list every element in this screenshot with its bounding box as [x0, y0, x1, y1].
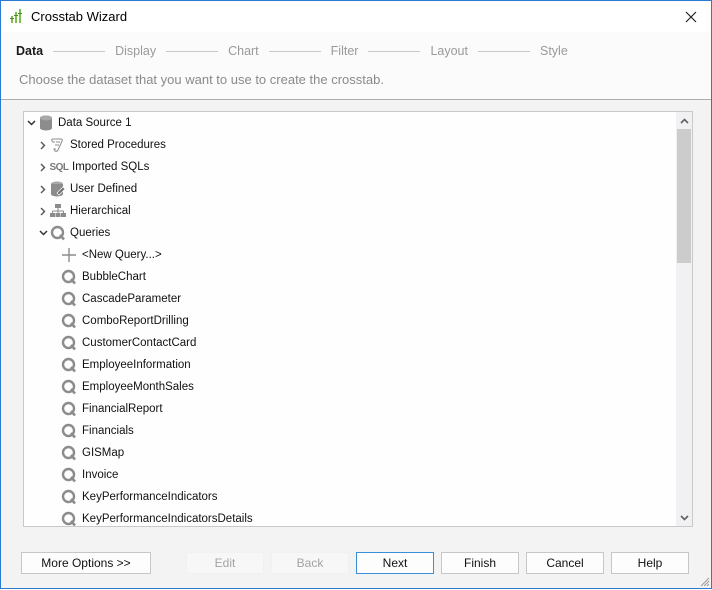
step-connector: [53, 50, 106, 52]
crosstab-app-icon: [10, 8, 26, 24]
tree-node-query[interactable]: BubbleChart: [60, 266, 146, 288]
tree-node-label: EmployeeMonthSales: [82, 381, 194, 393]
help-button[interactable]: Help: [611, 552, 689, 574]
query-icon: [60, 467, 78, 483]
tree-node-query[interactable]: EmployeeInformation: [60, 354, 191, 376]
database-edit-icon: [50, 181, 66, 197]
scrollbar-thumb[interactable]: [677, 129, 691, 263]
chevron-down-icon[interactable]: [38, 228, 48, 238]
tree-node-query[interactable]: CustomerContactCard: [60, 332, 196, 354]
step-connector: [268, 50, 321, 52]
instruction-text: Choose the dataset that you want to use …: [19, 72, 384, 87]
dataset-tree-panel: Data Source 1 Stored Procedures SQL Impo…: [23, 111, 693, 527]
tree-node-data-source[interactable]: Data Source 1: [26, 112, 132, 134]
more-options-button[interactable]: More Options >>: [21, 552, 151, 574]
chevron-up-icon: [679, 117, 689, 124]
query-icon: [50, 225, 66, 241]
tree-node-label: Data Source 1: [58, 117, 132, 129]
sql-icon: SQL: [49, 161, 69, 173]
tree-node-label: CustomerContactCard: [82, 337, 197, 349]
finish-button[interactable]: Finish: [441, 552, 519, 574]
step-connector: [368, 50, 421, 52]
crosstab-wizard-dialog: Crosstab Wizard Data Display Chart Filte…: [0, 0, 712, 589]
query-icon: [60, 291, 78, 307]
tree-node-label: User Defined: [70, 183, 138, 195]
tree-node-new-query[interactable]: <New Query...>: [60, 244, 162, 266]
step-display: Display: [115, 44, 157, 58]
next-button[interactable]: Next: [356, 552, 434, 574]
chevron-down-icon: [679, 514, 689, 521]
tree-node-query[interactable]: FinancialReport: [60, 398, 163, 420]
tree-node-label: FinancialReport: [82, 403, 163, 415]
chevron-right-icon[interactable]: [38, 162, 48, 172]
tree-node-label: BubbleChart: [82, 271, 146, 283]
query-icon: [60, 357, 78, 373]
wizard-header: Data Display Chart Filter Layout Style C…: [1, 32, 711, 100]
tree-node-query[interactable]: ComboReportDrilling: [60, 310, 189, 332]
tree-node-hierarchical[interactable]: Hierarchical: [38, 200, 131, 222]
plus-icon: [60, 247, 78, 263]
step-chart: Chart: [228, 44, 259, 58]
tree-node-label: <New Query...>: [82, 249, 162, 261]
tree-node-label: Imported SQLs: [72, 161, 150, 173]
tree-node-stored-procedures[interactable]: Stored Procedures: [38, 134, 166, 156]
title-bar: Crosstab Wizard: [1, 1, 711, 32]
tree-node-query[interactable]: EmployeeMonthSales: [60, 376, 194, 398]
tree-node-label: GISMap: [82, 447, 125, 459]
query-icon: [60, 335, 78, 351]
tree-node-label: ComboReportDrilling: [82, 315, 189, 327]
tree-node-label: Queries: [70, 227, 111, 239]
cancel-button[interactable]: Cancel: [526, 552, 604, 574]
step-style: Style: [539, 44, 568, 58]
chevron-right-icon[interactable]: [38, 140, 48, 150]
hierarchy-icon: [50, 203, 66, 219]
chevron-down-icon[interactable]: [26, 118, 36, 128]
query-icon: [60, 423, 78, 439]
close-button[interactable]: [671, 1, 711, 32]
tree-node-query[interactable]: Financials: [60, 420, 134, 442]
vertical-scrollbar[interactable]: [676, 112, 692, 526]
query-icon: [60, 511, 78, 526]
tree-node-label: Hierarchical: [70, 205, 131, 217]
query-icon: [60, 401, 78, 417]
query-icon: [60, 269, 78, 285]
tree-node-query[interactable]: KeyPerformanceIndicators: [60, 486, 218, 508]
tree-node-label: CascadeParameter: [82, 293, 182, 305]
query-icon: [60, 489, 78, 505]
resize-grip-icon[interactable]: [698, 575, 710, 587]
step-connector: [477, 50, 530, 52]
tree-node-label: Financials: [82, 425, 134, 437]
chevron-right-icon[interactable]: [38, 184, 48, 194]
window-title: Crosstab Wizard: [31, 9, 128, 24]
close-icon: [685, 11, 697, 22]
chevron-right-icon[interactable]: [38, 206, 48, 216]
step-connector: [166, 50, 219, 52]
wizard-steps: Data Display Chart Filter Layout Style: [16, 43, 568, 59]
tree-node-label: KeyPerformanceIndicatorsDetails: [82, 513, 253, 525]
tree-node-label: Stored Procedures: [70, 139, 166, 151]
tree-node-query[interactable]: KeyPerformanceIndicatorsDetails: [60, 508, 253, 526]
database-icon: [38, 115, 54, 131]
edit-button[interactable]: Edit: [186, 552, 264, 574]
scroll-icon: [50, 137, 66, 153]
tree-node-query[interactable]: CascadeParameter: [60, 288, 181, 310]
query-icon: [60, 313, 78, 329]
tree-node-label: Invoice: [82, 469, 119, 481]
step-filter: Filter: [330, 44, 359, 58]
tree-node-label: EmployeeInformation: [82, 359, 191, 371]
tree-node-queries[interactable]: Queries: [38, 222, 110, 244]
tree-node-imported-sqls[interactable]: SQL Imported SQLs: [38, 156, 149, 178]
query-icon: [60, 445, 78, 461]
tree-node-label: KeyPerformanceIndicators: [82, 491, 218, 503]
query-icon: [60, 379, 78, 395]
back-button[interactable]: Back: [271, 552, 349, 574]
step-layout: Layout: [430, 44, 468, 58]
scroll-down-button[interactable]: [676, 509, 692, 526]
tree-node-query[interactable]: Invoice: [60, 464, 118, 486]
scroll-up-button[interactable]: [676, 112, 692, 129]
tree-node-user-defined[interactable]: User Defined: [38, 178, 137, 200]
step-data: Data: [16, 44, 44, 58]
tree-node-query[interactable]: GISMap: [60, 442, 124, 464]
